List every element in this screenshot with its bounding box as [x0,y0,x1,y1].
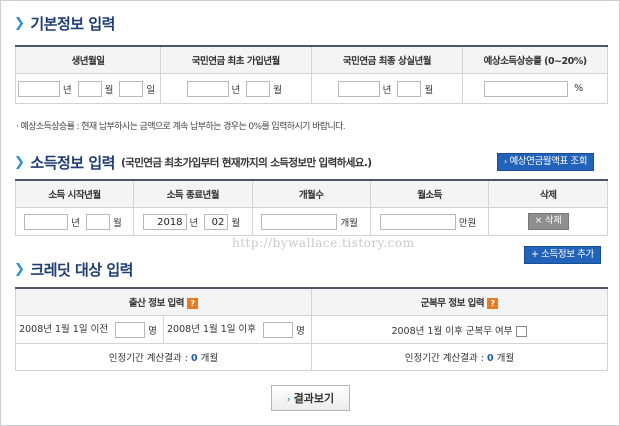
last-loss-year-input[interactable] [337,80,380,97]
header-months: 개월수 [251,179,371,208]
months-cell: 개월 [251,207,371,236]
month-unit: 월 [424,84,434,96]
birth-header-label: 출산 정보 입력 [128,298,185,309]
section-title-basic: ❯ 기본정보 입력 [14,13,115,34]
month-unit: 월 [273,84,283,96]
income-table: 소득 시작년월 소득 종료년월 개월수 월소득 삭제 년 월 2018 년 02 월… [15,179,608,236]
person-unit: 명 [296,325,305,337]
months-unit: 개월 [200,353,219,364]
income-unit: 만원 [458,217,477,229]
day-unit: 일 [146,84,156,96]
section-title-income-label: 소득정보 입력 [30,154,115,172]
income-end-cell: 2018 년 02 월 [132,207,253,236]
section-title-credit-label: 크레딧 대상 입력 [30,261,133,279]
header-monthly-income: 월소득 [369,179,490,208]
income-growth-input[interactable] [484,80,569,97]
birth-after-input[interactable] [263,321,294,338]
section-title-basic-label: 기본정보 입력 [30,15,115,33]
chevron-right-icon: › [286,395,291,405]
months-unit: 개월 [496,353,515,364]
view-result-label: 결과보기 [293,392,335,405]
income-end-month-input[interactable]: 02 [204,213,229,230]
year-unit: 년 [189,217,199,229]
header-first-join: 국민연금 최초 가입년월 [159,45,312,74]
birth-day-input[interactable] [119,80,144,97]
month-unit: 월 [112,217,122,229]
credit-table: 출산 정보 입력? 군복무 정보 입력? 2008년 1월 1일 이전 명 20… [15,287,609,371]
year-unit: 년 [231,84,241,96]
delete-row-button[interactable]: × 삭제 [527,213,569,230]
military-question-label: 2008년 1월 이후 군복무 여부 [391,325,513,337]
military-header-label: 군복무 정보 입력 [420,298,485,309]
header-income-start: 소득 시작년월 [15,179,134,208]
first-join-month-input[interactable] [246,80,271,97]
month-unit: 월 [231,217,241,229]
header-birthdate: 생년월일 [15,45,161,74]
month-unit: 월 [104,84,114,96]
first-join-cell: 년 월 [159,73,312,104]
help-icon[interactable]: ? [487,298,499,309]
section-title-income: ❯ 소득정보 입력 (국민연금 최초가입부터 현재까지의 소득정보만 입력하세요… [14,152,372,173]
last-loss-month-input[interactable] [397,80,422,97]
birthdate-cell: 년 월 일 [15,73,161,104]
delete-cell: × 삭제 [488,207,608,236]
percent-unit: % [574,83,584,94]
income-start-year-input[interactable] [24,213,69,230]
pension-table-lookup-label: 예상연금월액표 조회 [509,156,588,167]
header-birth-info: 출산 정보 입력? [15,287,312,316]
chevron-right-icon: ❯ [14,155,25,170]
chevron-right-icon: › [504,157,507,166]
birth-before-cell: 2008년 1월 1일 이전 명 [15,315,164,344]
help-icon[interactable]: ? [186,298,198,309]
income-end-year-input[interactable]: 2018 [142,213,187,230]
last-loss-cell: 년 월 [310,73,464,104]
monthly-income-cell: 만원 [369,207,490,236]
military-result-cell: 인정기간 계산결과 : 0 개월 [310,343,609,371]
birth-result-cell: 인정기간 계산결과 : 0 개월 [15,343,312,371]
military-result-value: 0 [486,353,494,364]
pension-table-lookup-button[interactable]: › 예상연금월액표 조회 [497,153,595,171]
military-service-checkbox[interactable] [516,325,528,337]
income-start-month-input[interactable] [85,213,110,230]
watermark: http://bywallace.tistory.com [232,236,415,250]
monthly-income-input[interactable] [379,213,456,230]
section-title-credit: ❯ 크레딧 대상 입력 [14,259,133,280]
birth-month-input[interactable] [77,80,102,97]
income-growth-note: · 예상소득상승률 : 현재 납부하시는 금액으로 계속 납부하는 경우는 0%… [16,122,346,132]
view-result-button[interactable]: › 결과보기 [271,385,350,411]
first-join-year-input[interactable] [186,80,229,97]
header-delete: 삭제 [488,179,608,208]
birth-year-input[interactable] [17,80,60,97]
section-subtitle-income: (국민연금 최초가입부터 현재까지의 소득정보만 입력하세요.) [120,157,372,169]
months-unit: 개월 [340,217,358,229]
birth-before-label: 2008년 1월 1일 이전 [19,324,109,336]
header-income-end: 소득 종료년월 [132,179,253,208]
birth-before-input[interactable] [115,321,146,338]
table-row: 년 월 2018 년 02 월 개월 만원 × 삭제 [15,207,608,236]
person-unit: 명 [148,325,157,337]
basic-info-table: 생년월일 국민연금 최초 가입년월 국민연금 최종 상실년월 예상소득상승률 (… [15,45,608,104]
year-unit: 년 [382,84,392,96]
birth-after-label: 2008년 1월 1일 이후 [167,324,257,336]
birth-result-label: 인정기간 계산결과 : [108,353,191,364]
months-input[interactable] [261,213,338,230]
birth-after-cell: 2008년 1월 1일 이후 명 [162,315,312,344]
chevron-right-icon: ❯ [14,16,25,31]
income-start-cell: 년 월 [15,207,134,236]
year-unit: 년 [62,84,72,96]
header-last-loss: 국민연금 최종 상실년월 [310,45,464,74]
income-growth-cell: % [462,73,608,104]
birth-result-value: 0 [190,353,198,364]
add-income-button[interactable]: + 소득정보 추가 [524,246,601,264]
header-military-info: 군복무 정보 입력? [310,287,609,316]
header-income-growth: 예상소득상승률 (0~20%) [462,45,608,74]
year-unit: 년 [71,217,80,229]
chevron-right-icon: ❯ [14,262,25,277]
military-result-label: 인정기간 계산결과 : [404,353,487,364]
military-cell: 2008년 1월 이후 군복무 여부 [310,315,609,344]
